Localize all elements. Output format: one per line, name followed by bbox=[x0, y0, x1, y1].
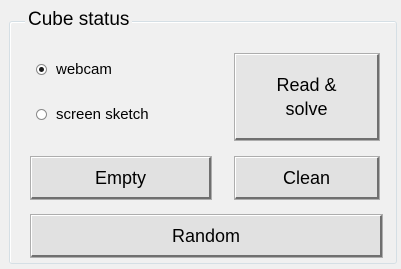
radio-label-screen-sketch: screen sketch bbox=[56, 105, 149, 123]
empty-button[interactable]: Empty bbox=[30, 156, 212, 200]
radio-label-webcam: webcam bbox=[56, 60, 112, 78]
clean-button[interactable]: Clean bbox=[234, 156, 380, 200]
radio-button-webcam[interactable] bbox=[36, 63, 47, 75]
read-and-solve-label: Read & solve bbox=[276, 74, 337, 119]
empty-label: Empty bbox=[94, 167, 146, 188]
cube-status-panel: Cube status webcam screen sketch Read & … bbox=[0, 0, 401, 269]
radio-selected-dot bbox=[39, 66, 44, 72]
read-and-solve-button[interactable]: Read & solve bbox=[234, 53, 380, 141]
clean-label: Clean bbox=[282, 167, 331, 188]
radio-option-webcam[interactable]: webcam bbox=[36, 58, 112, 80]
radio-option-screen-sketch[interactable]: screen sketch bbox=[36, 103, 149, 125]
group-title: Cube status bbox=[25, 9, 133, 31]
random-button[interactable]: Random bbox=[30, 214, 383, 258]
radio-button-screen-sketch[interactable] bbox=[36, 108, 47, 120]
random-label: Random bbox=[171, 225, 241, 246]
